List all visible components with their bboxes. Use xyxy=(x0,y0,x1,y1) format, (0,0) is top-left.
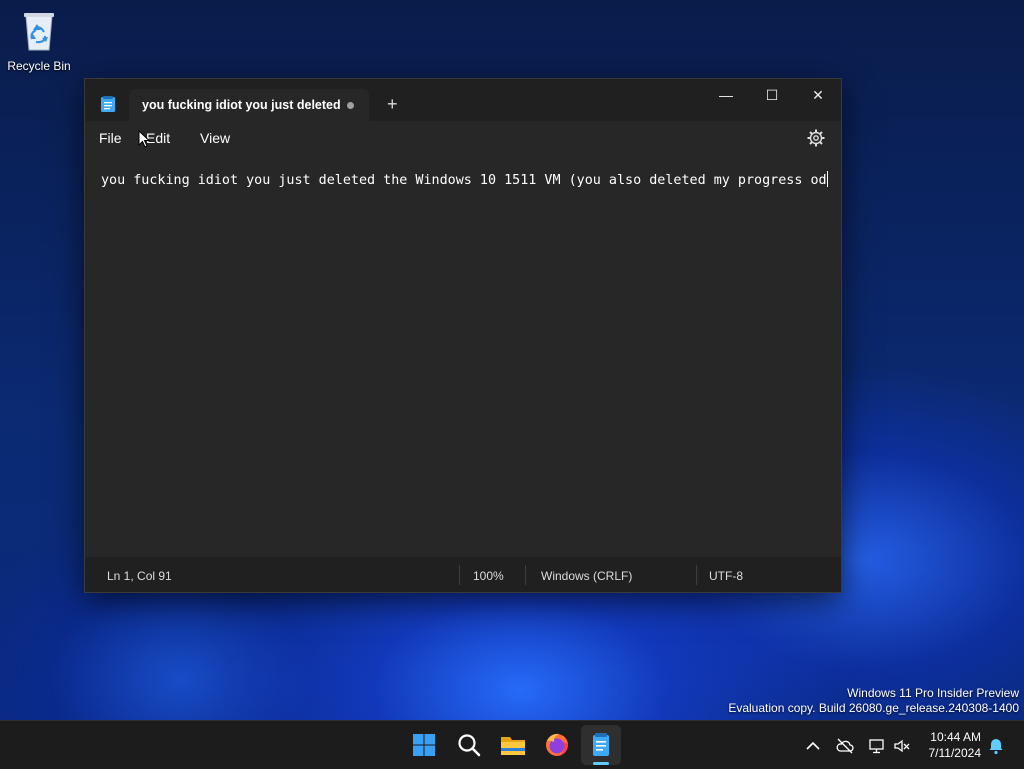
maximize-button[interactable]: ☐ xyxy=(749,79,795,111)
start-icon[interactable] xyxy=(408,729,440,761)
new-tab-button[interactable]: + xyxy=(387,95,398,113)
zoom-level: 100% xyxy=(473,569,504,583)
clock-time: 10:44 AM xyxy=(930,730,981,744)
watermark-build: Evaluation copy. Build 26080.ge_release.… xyxy=(728,701,1019,715)
title-bar[interactable]: you fucking idiot you just deleted + — ☐… xyxy=(85,79,841,121)
menu-file[interactable]: File xyxy=(99,130,122,146)
taskbar: 10:44 AM 7/11/2024 xyxy=(0,720,1024,769)
watermark-edition: Windows 11 Pro Insider Preview xyxy=(847,686,1019,700)
line-ending: Windows (CRLF) xyxy=(541,569,633,583)
file-explorer-icon[interactable] xyxy=(497,729,529,761)
minimize-button[interactable]: — xyxy=(703,79,749,111)
cursor-position: Ln 1, Col 91 xyxy=(107,569,172,583)
close-button[interactable]: ✕ xyxy=(795,79,841,111)
editor-content: you fucking idiot you just deleted the W… xyxy=(101,171,828,188)
mouse-pointer-icon xyxy=(138,130,150,148)
text-caret xyxy=(826,171,828,187)
status-divider xyxy=(696,565,697,585)
status-divider xyxy=(459,565,460,585)
notepad-window: you fucking idiot you just deleted + — ☐… xyxy=(84,78,842,593)
menu-bar: File Edit View xyxy=(85,121,841,155)
status-bar: Ln 1, Col 91 100% Windows (CRLF) UTF-8 xyxy=(85,557,841,592)
cloud-offline-icon[interactable] xyxy=(836,737,854,755)
chevron-up-icon[interactable] xyxy=(804,737,822,755)
notification-bell-icon[interactable] xyxy=(987,737,1005,755)
gear-icon[interactable] xyxy=(807,129,825,147)
unsaved-indicator[interactable] xyxy=(347,102,354,109)
menu-view[interactable]: View xyxy=(200,130,230,146)
status-divider xyxy=(525,565,526,585)
clock-date: 7/11/2024 xyxy=(928,746,982,760)
tab-title: you fucking idiot you just deleted xyxy=(142,98,341,112)
recycle-bin-label: Recycle Bin xyxy=(7,59,71,73)
search-icon[interactable] xyxy=(453,729,485,761)
notepad-icon[interactable] xyxy=(585,729,617,761)
editor-text: you fucking idiot you just deleted the W… xyxy=(101,173,827,188)
text-editor[interactable]: you fucking idiot you just deleted the W… xyxy=(85,155,841,557)
volume-muted-icon[interactable] xyxy=(893,737,911,755)
recycle-bin-icon xyxy=(24,13,54,51)
network-icon[interactable] xyxy=(868,737,886,755)
tab-document[interactable]: you fucking idiot you just deleted xyxy=(129,89,369,121)
recycle-bin[interactable]: Recycle Bin xyxy=(6,8,72,73)
firefox-icon[interactable] xyxy=(541,729,573,761)
evaluation-watermark: Windows 11 Pro Insider Preview Evaluatio… xyxy=(728,686,1019,716)
notepad-app-icon xyxy=(101,96,115,112)
system-clock[interactable]: 10:44 AM 7/11/2024 xyxy=(929,729,982,761)
running-indicator xyxy=(593,762,609,765)
encoding: UTF-8 xyxy=(709,569,743,583)
